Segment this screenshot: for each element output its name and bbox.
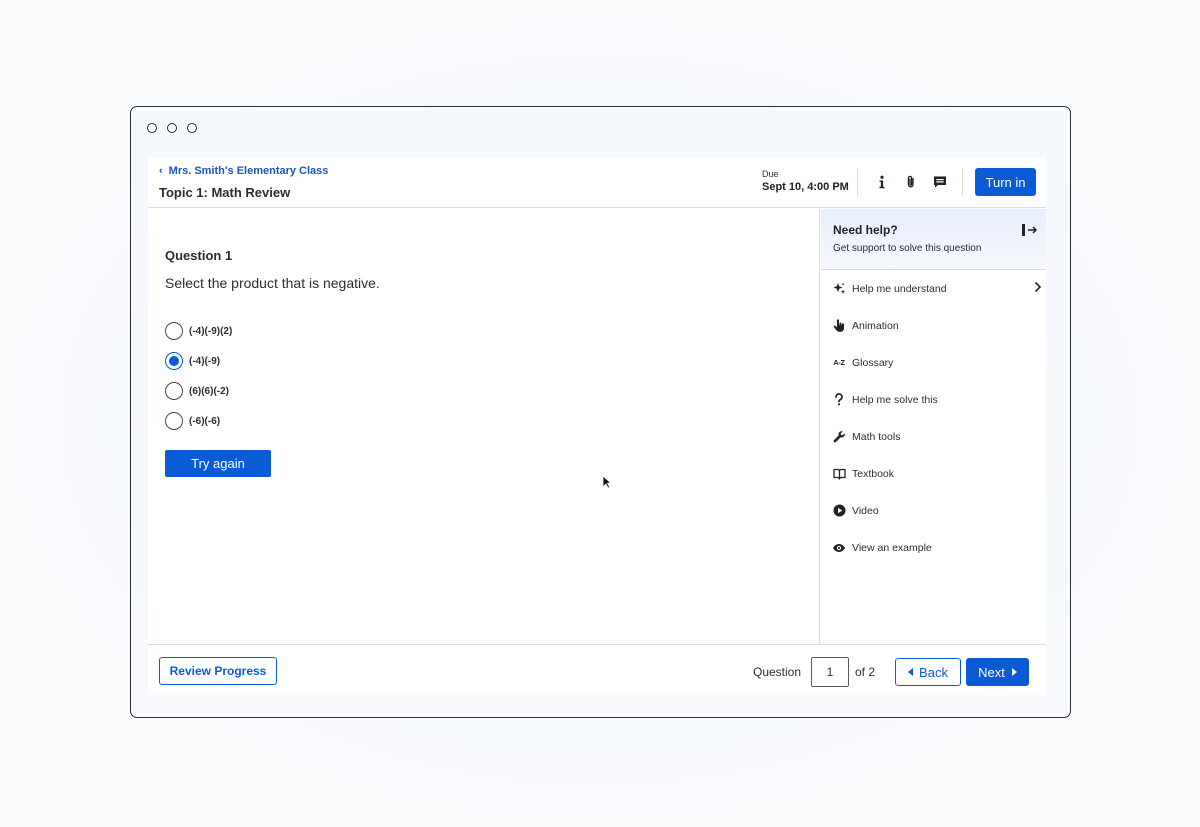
- question-number-input[interactable]: [811, 657, 849, 687]
- next-label: Next: [978, 664, 1005, 680]
- az-icon: A-Z: [833, 358, 845, 367]
- window-controls: [147, 123, 197, 133]
- divider: [962, 168, 963, 196]
- hand-pointer-icon: [832, 319, 846, 333]
- window-dot-close[interactable]: [147, 123, 157, 133]
- breadcrumb-back-link[interactable]: ‹ Mrs. Smith's Elementary Class: [159, 165, 328, 177]
- divider: [857, 168, 858, 196]
- help-item-animation[interactable]: Animation: [821, 307, 1046, 344]
- help-panel-header: Need help? Get support to solve this que…: [821, 209, 1046, 270]
- help-item-label: Glossary: [852, 356, 894, 369]
- back-button[interactable]: Back: [895, 658, 961, 686]
- wrench-icon: [832, 430, 846, 444]
- chevron-left-icon: ‹: [159, 165, 163, 177]
- question-number-label: Question: [753, 665, 802, 679]
- question-title: Question 1: [165, 248, 233, 263]
- due-date: Due Sept 10, 4:00 PM: [762, 169, 849, 193]
- help-item-label: Animation: [852, 319, 899, 332]
- due-value: Sept 10, 4:00 PM: [762, 181, 849, 193]
- help-item-video[interactable]: Video: [821, 492, 1046, 529]
- answer-option-label: (-4)(-9)(2): [189, 325, 233, 337]
- try-again-button[interactable]: Try again: [165, 450, 271, 477]
- answer-option-selected[interactable]: (-4)(-9): [165, 346, 232, 376]
- mouse-cursor-icon: [602, 475, 612, 489]
- answer-option-label: (6)(6)(-2): [189, 385, 229, 397]
- play-icon: [832, 504, 846, 518]
- caret-left-icon: [908, 668, 914, 676]
- question-total-label: of 2: [855, 665, 876, 679]
- help-item-label: Help me solve this: [852, 393, 938, 406]
- answer-option-label: (-6)(-6): [189, 415, 221, 427]
- help-options-list: Help me understand Animation A-Z Glossar…: [821, 270, 1046, 566]
- question-panel: Question 1 Select the product that is ne…: [148, 209, 820, 644]
- radio-button-checked[interactable]: [165, 352, 183, 370]
- paperclip-icon[interactable]: [901, 172, 921, 192]
- answer-option[interactable]: (-6)(-6): [165, 406, 232, 436]
- assignment-header: ‹ Mrs. Smith's Elementary Class Topic 1:…: [148, 157, 1046, 208]
- due-label: Due: [762, 169, 779, 179]
- window-dot-maximize[interactable]: [187, 123, 197, 133]
- comment-icon[interactable]: [930, 172, 950, 192]
- help-panel: Need help? Get support to solve this que…: [821, 209, 1046, 644]
- answer-option[interactable]: (-4)(-9)(2): [165, 316, 232, 346]
- radio-button[interactable]: [165, 322, 183, 340]
- help-item-label: Textbook: [852, 467, 895, 480]
- turn-in-button[interactable]: Turn in: [975, 168, 1036, 196]
- eye-icon: [832, 541, 846, 555]
- breadcrumb-label: Mrs. Smith's Elementary Class: [168, 165, 329, 177]
- help-item-textbook[interactable]: Textbook: [821, 455, 1046, 492]
- answer-option-label: (-4)(-9): [189, 355, 221, 367]
- help-title: Need help?: [833, 223, 898, 237]
- radio-button[interactable]: [165, 382, 183, 400]
- help-item-label: Video: [852, 504, 879, 517]
- chevron-right-icon: [1034, 281, 1042, 293]
- answer-option[interactable]: (6)(6)(-2): [165, 376, 232, 406]
- question-icon: [832, 393, 846, 407]
- answer-options: (-4)(-9)(2) (-4)(-9) (6)(6)(-2) (-6)(-6): [165, 316, 232, 436]
- caret-right-icon: [1011, 668, 1017, 676]
- help-item-math-tools[interactable]: Math tools: [821, 418, 1046, 455]
- book-icon: [832, 467, 846, 481]
- help-item-view-example[interactable]: View an example: [821, 529, 1046, 566]
- window-dot-minimize[interactable]: [167, 123, 177, 133]
- help-item-help-me-solve[interactable]: Help me solve this: [821, 381, 1046, 418]
- help-subtitle: Get support to solve this question: [833, 243, 982, 254]
- collapse-panel-icon[interactable]: [1021, 222, 1039, 238]
- sparkle-icon: [832, 282, 846, 296]
- back-label: Back: [919, 664, 948, 680]
- question-prompt: Select the product that is negative.: [165, 275, 380, 291]
- review-progress-button[interactable]: Review Progress: [159, 657, 277, 685]
- help-item-label: View an example: [852, 541, 932, 554]
- help-item-label: Help me understand: [852, 282, 947, 295]
- help-item-help-me-understand[interactable]: Help me understand: [821, 270, 1046, 307]
- page-title: Topic 1: Math Review: [159, 185, 291, 200]
- help-item-label: Math tools: [852, 430, 901, 443]
- assignment-app: ‹ Mrs. Smith's Elementary Class Topic 1:…: [148, 157, 1046, 695]
- navigation-footer: Review Progress Question of 2 Back Next: [148, 644, 1046, 695]
- info-icon[interactable]: [872, 172, 892, 192]
- radio-button[interactable]: [165, 412, 183, 430]
- help-item-glossary[interactable]: A-Z Glossary: [821, 344, 1046, 381]
- next-button[interactable]: Next: [966, 658, 1029, 686]
- browser-window: ‹ Mrs. Smith's Elementary Class Topic 1:…: [130, 106, 1071, 718]
